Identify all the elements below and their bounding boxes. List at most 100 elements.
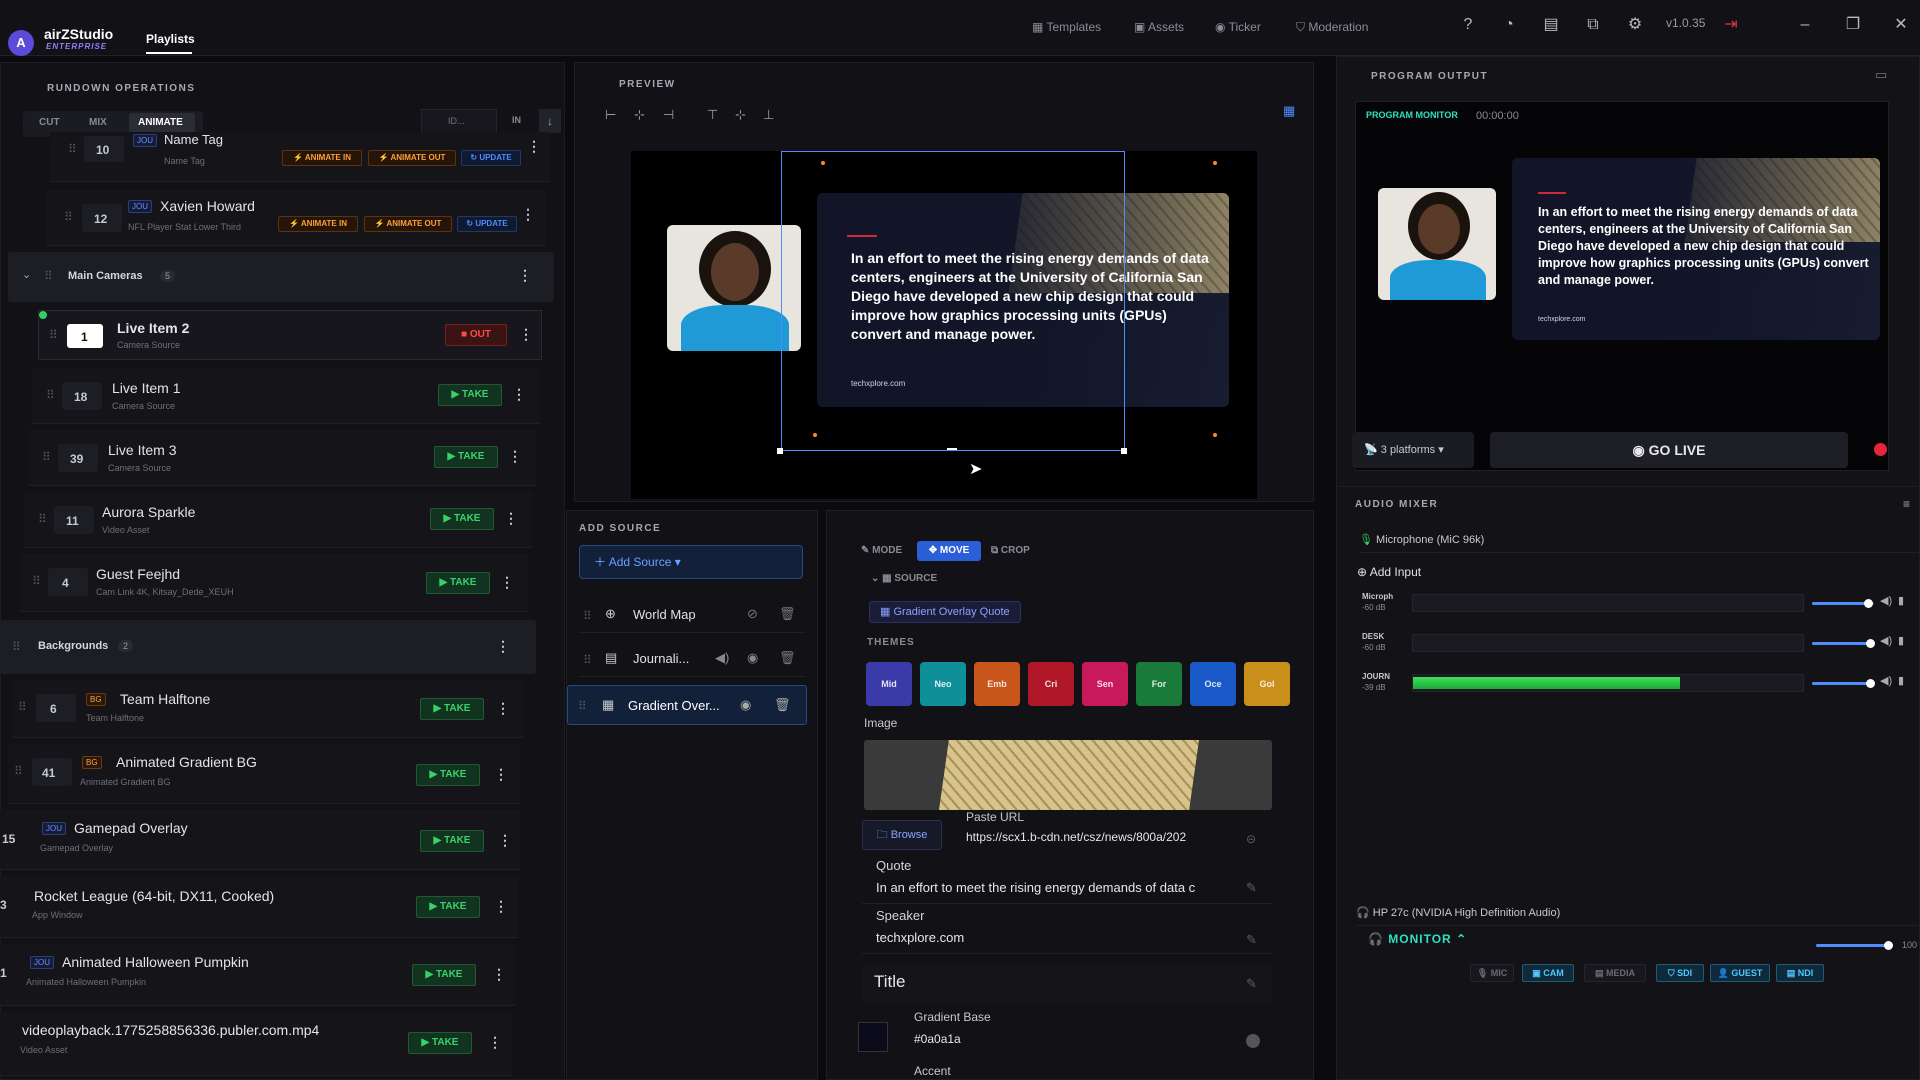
move-button[interactable]: ✥ MOVE bbox=[917, 541, 981, 561]
theme-swatch[interactable]: Oce bbox=[1190, 662, 1236, 706]
monitor-toggle[interactable]: 🎧 MONITOR ⌃ bbox=[1368, 932, 1467, 946]
more-icon[interactable]: ⋮ bbox=[504, 510, 518, 527]
eye-icon[interactable]: ◉ bbox=[747, 650, 758, 666]
drag-handle-icon[interactable]: ⠿ bbox=[46, 388, 55, 402]
list-item[interactable]: ⠿ 12 JOU Xavien Howard NFL Player Stat L… bbox=[46, 190, 546, 246]
animate-in-button[interactable]: ⚡ ANIMATE IN bbox=[282, 150, 362, 166]
take-button[interactable]: ▶ TAKE bbox=[408, 1032, 472, 1054]
image-thumbnail[interactable] bbox=[864, 740, 1272, 810]
go-live-button[interactable]: ◉ GO LIVE bbox=[1490, 432, 1848, 468]
route-pill-sdi[interactable]: ⛉ SDI bbox=[1656, 964, 1704, 982]
minimize-icon[interactable]: – bbox=[1794, 14, 1816, 36]
logout-icon[interactable]: ⇥ bbox=[1720, 14, 1742, 36]
drag-handle-icon[interactable]: ⠿ bbox=[64, 210, 73, 224]
drag-handle-icon[interactable]: ⠿ bbox=[68, 142, 77, 156]
drag-handle-icon[interactable]: ⠿ bbox=[14, 764, 23, 778]
group-backgrounds[interactable]: ⠿ Backgrounds 2 ⋮ bbox=[0, 620, 536, 674]
route-pill-mic[interactable]: 🎙 MIC bbox=[1470, 964, 1514, 982]
resize-handle[interactable] bbox=[1121, 448, 1127, 454]
drag-handle-icon[interactable]: ⠿ bbox=[18, 700, 27, 714]
drag-handle-icon[interactable]: ⠿ bbox=[12, 640, 21, 654]
list-item[interactable]: ⠿ 39 Live Item 3 Camera Source ▶ TAKE ⋮ bbox=[28, 430, 536, 486]
take-button[interactable]: ▶ TAKE bbox=[438, 384, 502, 406]
edit-icon[interactable]: ✎ bbox=[1246, 880, 1257, 896]
color-picker-icon[interactable] bbox=[1246, 1034, 1260, 1048]
theme-swatch[interactable]: Sen bbox=[1082, 662, 1128, 706]
group-main-cameras[interactable]: ⌄ ⠿ Main Cameras 5 ⋮ bbox=[8, 252, 554, 302]
gear-icon[interactable]: ⚙ bbox=[1624, 14, 1646, 36]
nav-templates[interactable]: ▦ Templates bbox=[1032, 20, 1101, 34]
list-item[interactable]: 3 Rocket League (64-bit, DX11, Cooked) A… bbox=[0, 876, 518, 938]
menu-icon[interactable]: ≡ bbox=[1903, 497, 1910, 511]
layer-row-selected[interactable]: ⠿ ▦ Gradient Over... ◉ 🗑 bbox=[567, 685, 807, 725]
more-icon[interactable]: ⋮ bbox=[508, 448, 522, 465]
eye-off-icon[interactable]: ⊘ bbox=[747, 606, 758, 622]
out-button[interactable]: ■ OUT bbox=[445, 324, 507, 346]
selection-box[interactable] bbox=[781, 151, 1125, 451]
drag-handle-icon[interactable]: ⠿ bbox=[583, 609, 592, 623]
volume-knob[interactable] bbox=[1863, 599, 1873, 608]
input-device-select[interactable]: 🎙 Microphone (MiC 96k) bbox=[1359, 529, 1919, 553]
list-item[interactable]: 15 JOU Gamepad Overlay Gamepad Overlay ▶… bbox=[0, 810, 520, 870]
list-item[interactable]: 1 JOU Animated Halloween Pumpkin Animate… bbox=[0, 944, 516, 1006]
trash-icon[interactable]: 🗑 bbox=[779, 606, 796, 622]
more-icon[interactable]: ⋮ bbox=[496, 700, 510, 717]
meter-icon[interactable]: ▮ bbox=[1898, 634, 1904, 647]
route-pill-cam[interactable]: ▣ CAM bbox=[1522, 964, 1574, 982]
animate-out-button[interactable]: ⚡ ANIMATE OUT bbox=[368, 150, 456, 166]
more-icon[interactable]: ⋮ bbox=[518, 267, 532, 284]
rundown-search-input[interactable] bbox=[421, 109, 497, 133]
more-icon[interactable]: ⋮ bbox=[500, 574, 514, 591]
help-icon[interactable]: ? bbox=[1457, 14, 1479, 36]
take-button[interactable]: ▶ TAKE bbox=[430, 508, 494, 530]
layer-row[interactable]: ⠿ ⊕ World Map ⊘ 🗑 bbox=[579, 597, 805, 633]
list-item[interactable]: ⠿ 4 Guest Feejhd Cam Link 4K, Kitsay_Ded… bbox=[20, 554, 528, 612]
more-icon[interactable]: ⋮ bbox=[494, 766, 508, 783]
theme-swatch[interactable]: For bbox=[1136, 662, 1182, 706]
nav-assets[interactable]: ▣ Assets bbox=[1134, 20, 1184, 34]
animate-out-button[interactable]: ⚡ ANIMATE OUT bbox=[364, 216, 452, 232]
more-icon[interactable]: ⋮ bbox=[494, 898, 508, 915]
mode-animate[interactable]: ANIMATE bbox=[138, 117, 183, 128]
download-icon[interactable]: ↓ bbox=[539, 109, 561, 133]
meter-icon[interactable]: ▮ bbox=[1898, 674, 1904, 687]
route-pill-media[interactable]: ▤ MEDIA bbox=[1584, 964, 1646, 982]
edit-icon[interactable]: ✎ bbox=[1246, 932, 1257, 948]
drag-handle-icon[interactable]: ⠿ bbox=[583, 653, 592, 667]
theme-swatch[interactable]: Mid bbox=[866, 662, 912, 706]
theme-swatch[interactable]: Gol bbox=[1244, 662, 1290, 706]
speaker-icon[interactable]: ◀) bbox=[1880, 594, 1892, 607]
source-section-header[interactable]: ⌄ ▦ SOURCE bbox=[871, 573, 937, 584]
add-input-button[interactable]: ⊕ Add Input bbox=[1357, 561, 1917, 583]
more-icon[interactable]: ⋮ bbox=[521, 206, 535, 223]
list-item-live[interactable]: ⠿ 1 Live Item 2 Camera Source ■ OUT ⋮ bbox=[38, 310, 542, 360]
mode-cut[interactable]: CUT bbox=[39, 117, 60, 128]
list-item[interactable]: videoplayback.1775258856336.publer.com.m… bbox=[0, 1012, 512, 1076]
volume-knob[interactable] bbox=[1865, 679, 1875, 688]
calendar-icon[interactable]: ▤ bbox=[1540, 14, 1562, 36]
nav-ticker[interactable]: ◉ Ticker bbox=[1215, 20, 1261, 34]
more-icon[interactable]: ⋮ bbox=[488, 1034, 502, 1051]
more-icon[interactable]: ⋮ bbox=[512, 386, 526, 403]
align-middle-icon[interactable]: ⊹ bbox=[735, 107, 746, 123]
take-button[interactable]: ▶ TAKE bbox=[426, 572, 490, 594]
take-button[interactable]: ▶ TAKE bbox=[434, 446, 498, 468]
monitor-slider-knob[interactable] bbox=[1884, 941, 1893, 950]
browse-button[interactable]: 🗀 Browse bbox=[862, 820, 942, 850]
volume-icon[interactable]: ◀) bbox=[715, 650, 729, 666]
in-label[interactable]: IN bbox=[512, 115, 521, 125]
take-button[interactable]: ▶ TAKE bbox=[416, 764, 480, 786]
take-button[interactable]: ▶ TAKE bbox=[416, 896, 480, 918]
title-field[interactable]: Title ✎ bbox=[862, 964, 1272, 1004]
speaker-icon[interactable]: ◀) bbox=[1880, 634, 1892, 647]
meter-icon[interactable]: ▮ bbox=[1898, 594, 1904, 607]
platforms-dropdown[interactable]: 📡 3 platforms ▾ bbox=[1352, 432, 1474, 468]
add-source-button[interactable]: ＋ Add Source ▾ bbox=[579, 545, 803, 579]
trash-icon[interactable]: 🗑 bbox=[774, 697, 791, 713]
screens-icon[interactable]: ⧉ bbox=[1582, 14, 1604, 36]
align-left-icon[interactable]: ⊢ bbox=[605, 107, 616, 123]
mode-mix[interactable]: MIX bbox=[89, 117, 107, 128]
drag-handle-icon[interactable]: ⠿ bbox=[32, 574, 41, 588]
more-icon[interactable]: ⋮ bbox=[527, 138, 541, 155]
link-icon[interactable]: ⊝ bbox=[1246, 832, 1256, 846]
